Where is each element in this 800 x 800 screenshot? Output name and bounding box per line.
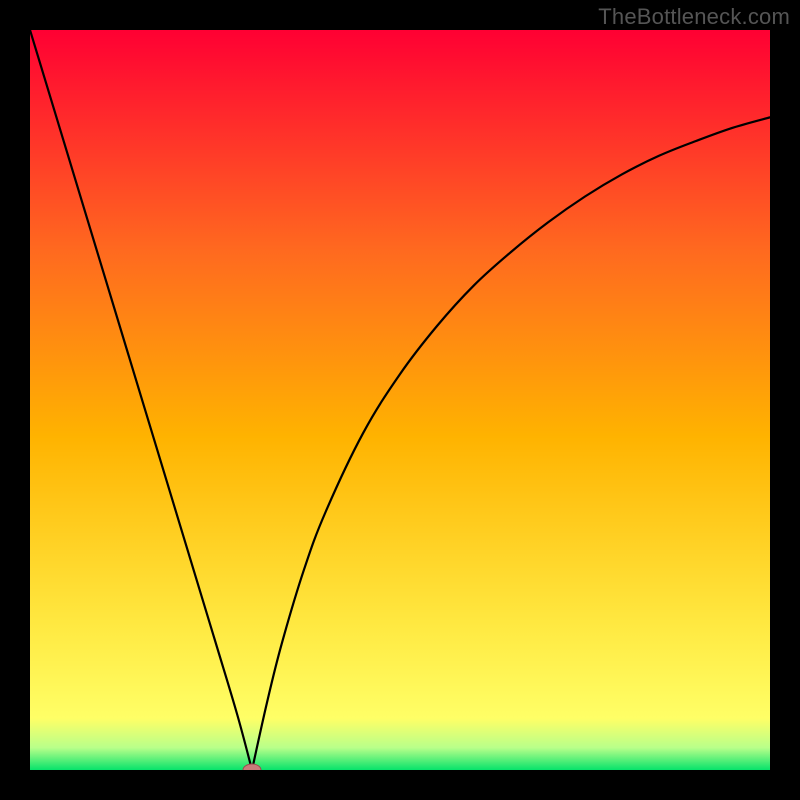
chart-frame: TheBottleneck.com xyxy=(0,0,800,800)
watermark-text: TheBottleneck.com xyxy=(598,4,790,30)
bottleneck-chart xyxy=(30,30,770,770)
